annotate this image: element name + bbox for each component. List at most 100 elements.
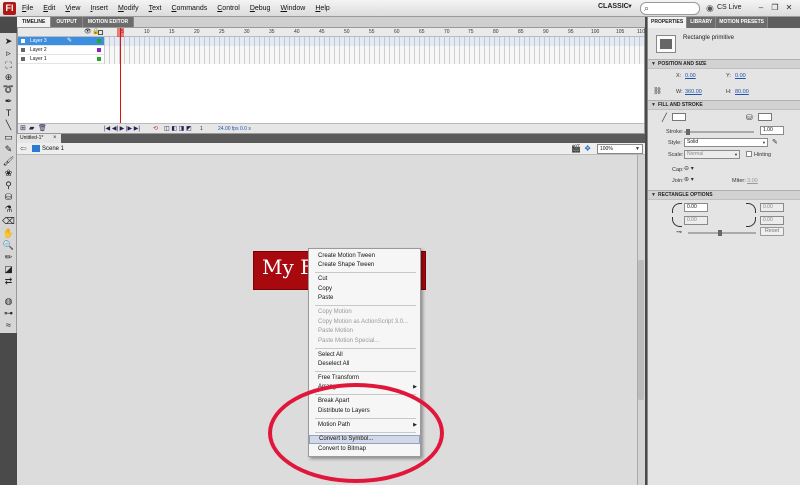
h-value[interactable]: 80.00 <box>735 89 749 95</box>
outline-icon[interactable] <box>98 30 103 35</box>
menu-commands[interactable]: Commands <box>171 5 207 12</box>
fill-color-icon[interactable]: ◪ <box>2 264 15 275</box>
tab-motion-editor[interactable]: MOTION EDITOR <box>82 17 135 27</box>
menu-text[interactable]: Text <box>149 5 162 12</box>
rectangle-tool-icon[interactable]: ▭ <box>2 132 15 143</box>
new-folder-icon[interactable]: ▰ <box>29 124 34 134</box>
style-dropdown-icon[interactable]: ▼ <box>762 140 766 145</box>
stroke-color-icon[interactable]: ✏ <box>2 252 15 263</box>
rectangle-text[interactable]: My F <box>262 255 314 279</box>
menu-modify[interactable]: Modify <box>118 5 139 12</box>
playback-controls[interactable]: |◀ ◀| ▶ |▶ ▶| <box>104 124 140 134</box>
menu-window[interactable]: Window <box>280 5 305 12</box>
object-drawing-icon[interactable]: ◍ <box>2 296 15 307</box>
menu-arrange[interactable]: Arrange ▶ <box>309 383 420 392</box>
onion-skin-icon[interactable]: ◫ ◧ ◨ ◩ <box>164 124 192 134</box>
paint-bucket-tool-icon[interactable]: ⛁ <box>2 192 15 203</box>
corner-radius-top-right-input[interactable]: 0.00 <box>760 203 784 212</box>
frame-ruler[interactable]: 5 10 15 20 25 30 35 40 45 50 55 60 65 70… <box>104 28 645 37</box>
cap-select-icon[interactable]: ⊖ ▾ <box>684 165 694 174</box>
hinting-checkbox[interactable] <box>746 151 752 157</box>
text-tool-icon[interactable]: T <box>2 108 15 119</box>
edit-symbols-icon[interactable]: ❖ <box>584 144 591 153</box>
selection-tool-icon[interactable]: ➤ <box>2 36 15 47</box>
brush-tool-icon[interactable]: 🖌 <box>2 156 15 167</box>
frame-rate[interactable]: 24.00 fps <box>218 124 239 134</box>
new-layer-icon[interactable]: ⊞ <box>20 124 26 134</box>
menu-copy[interactable]: Copy <box>309 285 420 294</box>
menu-deselect-all[interactable]: Deselect All <box>309 360 420 369</box>
tab-timeline[interactable]: TIMELINE <box>17 17 52 27</box>
eraser-tool-icon[interactable]: ⌫ <box>2 216 15 227</box>
layer-color-swatch[interactable] <box>97 39 101 43</box>
stroke-width-input[interactable]: 1.00 <box>760 126 784 135</box>
section-fill-stroke[interactable]: ▼ FILL AND STROKE <box>648 100 800 110</box>
swap-colors-icon[interactable]: ⇄ <box>2 276 15 287</box>
edit-scene-icon[interactable]: 🎬 <box>571 144 581 153</box>
menu-create-shape-tween[interactable]: Create Shape Tween <box>309 261 420 270</box>
line-tool-icon[interactable]: ╲ <box>2 120 15 131</box>
menu-cut[interactable]: Cut <box>309 275 420 284</box>
reset-button[interactable]: Reset <box>760 227 784 236</box>
scale-dropdown-icon[interactable]: ▼ <box>734 152 738 157</box>
menu-select-all[interactable]: Select All <box>309 351 420 360</box>
corner-radius-slider-knob[interactable] <box>718 230 722 236</box>
x-value[interactable]: 0.00 <box>685 73 696 79</box>
smooth-icon[interactable]: ≈ <box>2 320 15 331</box>
close-document-icon[interactable]: × <box>53 134 57 143</box>
tab-motion-presets[interactable]: MOTION PRESETS <box>716 17 769 28</box>
layer-row-2[interactable]: Layer 2 <box>18 46 104 55</box>
corner-radius-bottom-left-input[interactable]: 0.00 <box>684 216 708 225</box>
menu-convert-to-symbol[interactable]: Convert to Symbol... <box>309 435 420 444</box>
snap-to-objects-icon[interactable]: ⊶ <box>2 308 15 319</box>
stroke-color-swatch[interactable] <box>672 113 686 121</box>
menu-distribute-to-layers[interactable]: Distribute to Layers <box>309 407 420 416</box>
menu-file[interactable]: File <box>22 5 33 12</box>
tab-library[interactable]: LIBRARY <box>687 17 717 28</box>
menu-motion-path[interactable]: Motion Path ▶ <box>309 421 420 430</box>
tab-output[interactable]: OUTPUT <box>51 17 83 27</box>
bone-tool-icon[interactable]: ⚲ <box>2 180 15 191</box>
3d-rotation-tool-icon[interactable]: ⊕ <box>2 72 15 83</box>
tab-properties[interactable]: PROPERTIES <box>648 17 688 28</box>
layer-color-swatch[interactable] <box>97 57 101 61</box>
menu-convert-to-bitmap[interactable]: Convert to Bitmap <box>309 445 420 454</box>
menu-edit[interactable]: Edit <box>43 5 55 12</box>
stage-scroll-thumb[interactable] <box>638 260 644 400</box>
loop-icon[interactable]: ⟲ <box>153 124 158 134</box>
hand-tool-icon[interactable]: ✋ <box>2 228 15 239</box>
menu-create-motion-tween[interactable]: Create Motion Tween <box>309 252 420 261</box>
layer-row-1[interactable]: Layer 1 <box>18 55 104 64</box>
y-value[interactable]: 0.00 <box>735 73 746 79</box>
scale-select[interactable]: Normal <box>684 150 740 159</box>
corner-radius-top-left-input[interactable]: 0.00 <box>684 203 708 212</box>
layer-color-swatch[interactable] <box>97 48 101 52</box>
pencil-tool-icon[interactable]: ✎ <box>2 144 15 155</box>
delete-layer-icon[interactable]: 🗑 <box>38 124 47 134</box>
eye-icon[interactable]: 👁 <box>84 28 92 37</box>
back-arrow-icon[interactable]: ⇦ <box>20 144 27 153</box>
eyedropper-tool-icon[interactable]: ⚗ <box>2 204 15 215</box>
zoom-tool-icon[interactable]: 🔍 <box>2 240 15 251</box>
menu-view[interactable]: View <box>65 5 80 12</box>
lasso-tool-icon[interactable]: ➰ <box>2 84 15 95</box>
stroke-slider-knob[interactable] <box>686 129 690 135</box>
menu-free-transform[interactable]: Free Transform <box>309 374 420 383</box>
stroke-slider[interactable] <box>684 131 754 133</box>
workspace-dropdown-icon[interactable]: ▼ <box>627 4 633 10</box>
miter-value[interactable]: 3.00 <box>747 178 758 184</box>
minimize-icon[interactable]: – <box>754 2 768 14</box>
pen-tool-icon[interactable]: ✒ <box>2 96 15 107</box>
menu-debug[interactable]: Debug <box>250 5 271 12</box>
edit-stroke-style-icon[interactable]: ✎ <box>772 138 778 147</box>
menu-break-apart[interactable]: Break Apart <box>309 397 420 406</box>
cs-live-label[interactable]: CS Live <box>717 4 742 11</box>
workspace-switcher[interactable]: CLASSIC <box>598 3 629 14</box>
lock-corners-icon[interactable]: ⊸ <box>676 228 682 237</box>
fill-color-swatch[interactable] <box>758 113 772 121</box>
stroke-style-select[interactable]: Solid <box>684 138 768 147</box>
corner-radius-bottom-right-input[interactable]: 0.00 <box>760 216 784 225</box>
link-dimensions-icon[interactable]: ⛓ <box>653 87 662 96</box>
w-value[interactable]: 360.00 <box>685 89 702 95</box>
corner-radius-slider[interactable] <box>688 232 756 234</box>
